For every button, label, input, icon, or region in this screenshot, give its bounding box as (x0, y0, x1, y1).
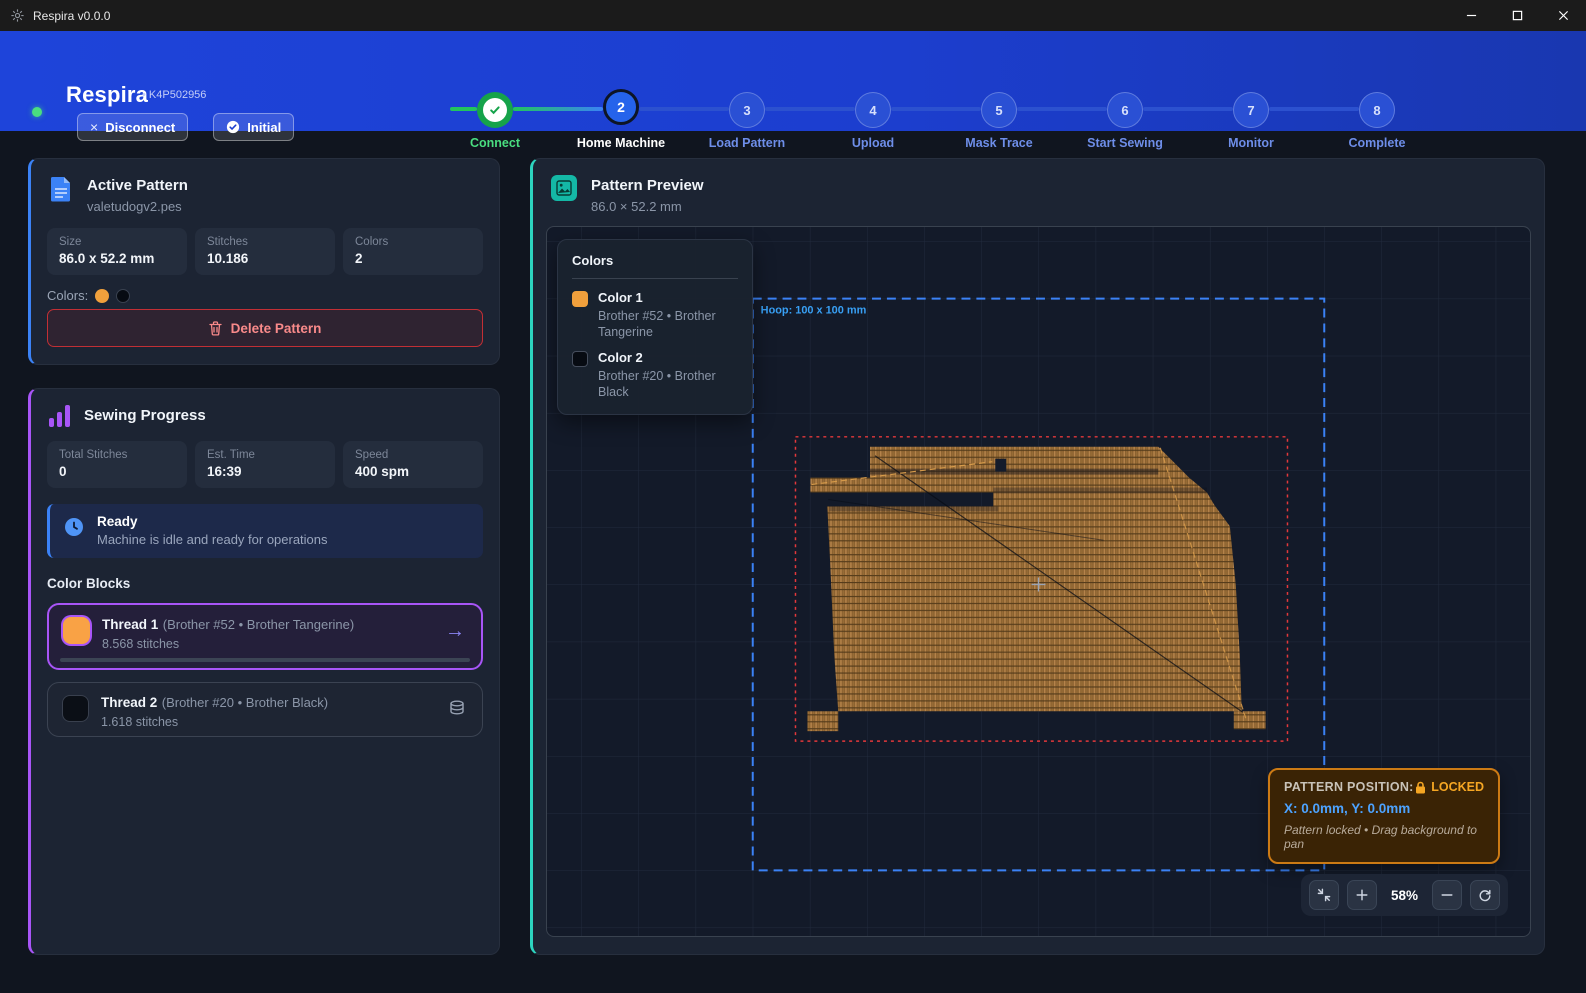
pattern-position-overlay: PATTERN POSITION: LOCKED X: 0.0mm, Y: 0.… (1268, 768, 1500, 864)
stat-colors: Colors 2 (343, 228, 483, 275)
legend-color-1: Color 1 Brother #52 • Brother Tangerine (572, 290, 738, 341)
initial-button[interactable]: Initial (213, 113, 294, 141)
minimize-button[interactable] (1448, 0, 1494, 31)
trash-icon (209, 321, 222, 336)
step-monitor[interactable]: 7 Monitor (1188, 79, 1314, 150)
legend-swatch-1 (572, 291, 588, 307)
preview-dimensions: 86.0 × 52.2 mm (591, 199, 704, 214)
minus-icon (1439, 887, 1455, 903)
close-icon (1558, 10, 1569, 21)
bar-chart-icon (49, 405, 70, 427)
step-upload[interactable]: 4 Upload (810, 79, 936, 150)
fit-view-icon (1316, 887, 1332, 903)
stitch-region (807, 447, 1265, 731)
step-mask-trace[interactable]: 5 Mask Trace (936, 79, 1062, 150)
plus-icon (1354, 887, 1370, 903)
colors-label: Colors: (47, 288, 88, 303)
reset-view-button[interactable] (1470, 880, 1500, 910)
disconnect-button[interactable]: × Disconnect (77, 113, 188, 141)
sewing-progress-card: Sewing Progress Total Stitches 0 Est. Ti… (28, 388, 500, 955)
position-coordinates: X: 0.0mm, Y: 0.0mm (1284, 801, 1484, 816)
stat-stitches: Stitches 10.186 (195, 228, 335, 275)
step-connect[interactable]: Connect (432, 79, 558, 150)
color-swatch-1 (95, 289, 109, 303)
lock-state: LOCKED (1431, 780, 1484, 794)
check-badge-icon (226, 120, 240, 134)
app-header: Respira • K4P502956 × Disconnect Initial (0, 31, 1586, 131)
step-load-pattern[interactable]: 3 Load Pattern (684, 79, 810, 150)
step-complete-check-icon (483, 98, 507, 122)
sewing-progress-title: Sewing Progress (84, 405, 206, 424)
active-pattern-title: Active Pattern (87, 175, 188, 194)
thread-1-swatch (63, 617, 90, 644)
arrow-right-icon[interactable]: → (445, 621, 465, 641)
close-button[interactable] (1540, 0, 1586, 31)
thread-2-swatch (62, 695, 89, 722)
hoop-label: Hoop: 100 x 100 mm (761, 305, 867, 317)
preview-title: Pattern Preview (591, 175, 704, 194)
legend-color-2: Color 2 Brother #20 • Brother Black (572, 350, 738, 401)
step-start-sewing[interactable]: 6 Start Sewing (1062, 79, 1188, 150)
stat-est-time: Est. Time 16:39 (195, 441, 335, 488)
maximize-icon (1512, 10, 1523, 21)
active-pattern-card: Active Pattern valetudogv2.pes Size 86.0… (28, 158, 500, 365)
status-title: Ready (97, 514, 328, 529)
zoom-controls: 58% (1301, 874, 1508, 916)
thread-1-block[interactable]: Thread 1 (Brother #52 • Brother Tangerin… (47, 603, 483, 670)
stat-speed: Speed 400 spm (343, 441, 483, 488)
colors-legend-panel: Colors Color 1 Brother #52 • Brother Tan… (557, 239, 753, 415)
machine-serial: • K4P502956 (142, 89, 206, 101)
thread-2-block[interactable]: Thread 2 (Brother #20 • Brother Black) 1… (47, 682, 483, 737)
clock-icon (64, 517, 84, 537)
lock-icon (1415, 781, 1426, 794)
refresh-icon (1477, 887, 1493, 903)
zoom-in-button[interactable] (1347, 880, 1377, 910)
step-home-machine[interactable]: 2 Home Machine (558, 79, 684, 150)
stat-size: Size 86.0 x 52.2 mm (47, 228, 187, 275)
minimize-icon (1466, 10, 1477, 21)
window-title: Respira v0.0.0 (33, 9, 110, 23)
status-text: Machine is idle and ready for operations (97, 532, 328, 547)
position-label: PATTERN POSITION: (1284, 780, 1414, 794)
file-icon (49, 175, 73, 203)
disconnect-x-icon: × (90, 119, 98, 135)
thread-1-progress-bar (60, 658, 470, 662)
app-name: Respira (66, 82, 148, 108)
delete-pattern-button[interactable]: Delete Pattern (47, 309, 483, 347)
app-icon (10, 8, 25, 23)
machine-status-box: Ready Machine is idle and ready for oper… (47, 504, 483, 558)
legend-swatch-2 (572, 351, 588, 367)
color-swatch-2 (116, 289, 130, 303)
pattern-preview-card: Pattern Preview 86.0 × 52.2 mm Hoop: 100… (530, 158, 1545, 955)
color-blocks-label: Color Blocks (47, 576, 483, 591)
position-hint: Pattern locked • Drag background to pan (1284, 823, 1484, 851)
stack-icon (448, 699, 466, 717)
fit-view-button[interactable] (1309, 880, 1339, 910)
workflow-stepper: Connect 2 Home Machine 3 Load Pattern 4 … (432, 79, 1507, 151)
title-bar: Respira v0.0.0 (0, 0, 1586, 31)
maximize-button[interactable] (1494, 0, 1540, 31)
zoom-out-button[interactable] (1432, 880, 1462, 910)
pattern-filename: valetudogv2.pes (87, 199, 188, 214)
colors-legend-title: Colors (572, 253, 738, 268)
zoom-level: 58% (1391, 888, 1418, 903)
connection-status-dot (32, 107, 42, 117)
preview-canvas[interactable]: Hoop: 100 x 100 mm (546, 226, 1531, 937)
step-complete[interactable]: 8 Complete (1314, 79, 1440, 150)
stat-total-stitches: Total Stitches 0 (47, 441, 187, 488)
image-icon (551, 175, 577, 201)
